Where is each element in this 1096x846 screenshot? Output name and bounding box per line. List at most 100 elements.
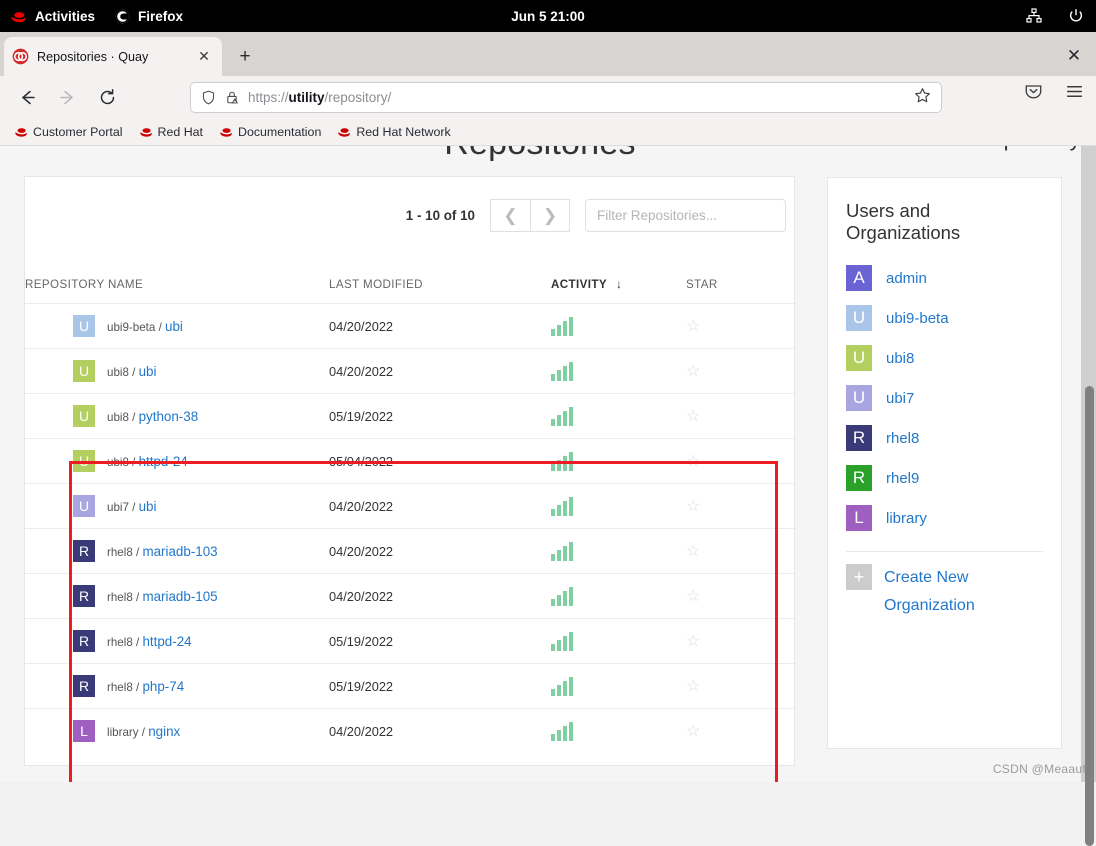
page-scrollbar-thumb[interactable] <box>1085 386 1094 846</box>
sort-descending-icon: ↓ <box>616 277 622 291</box>
next-page-button[interactable]: ❯ <box>530 199 570 232</box>
column-header-activity[interactable]: ACTIVITY↓ <box>551 277 686 304</box>
window-close-button[interactable]: ✕ <box>1062 44 1086 68</box>
browser-tab[interactable]: Repositories · Quay ✕ <box>4 37 222 76</box>
bookmark-customer-portal[interactable]: Customer Portal <box>14 125 123 139</box>
system-clock[interactable]: Jun 5 21:00 <box>0 9 1096 24</box>
repository-name-cell: Llibrary / nginx <box>25 709 329 754</box>
table-row[interactable]: Uubi8 / python-3805/19/2022☆ <box>25 394 796 439</box>
star-toggle-icon[interactable]: ☆ <box>686 721 700 741</box>
bookmark-red-hat[interactable]: Red Hat <box>139 125 203 139</box>
activity-bar-chart <box>551 407 686 426</box>
star-toggle-icon[interactable]: ☆ <box>686 631 700 651</box>
table-row[interactable]: Uubi9-beta / ubi04/20/2022☆ <box>25 304 796 349</box>
column-header-star[interactable]: STAR <box>686 277 796 304</box>
create-new-repository-button[interactable]: + Create New Repository <box>828 146 1081 152</box>
repository-link[interactable]: mariadb-105 <box>142 589 217 604</box>
tab-close-icon[interactable]: ✕ <box>194 47 214 67</box>
last-modified-cell: 04/20/2022 <box>329 484 551 529</box>
star-toggle-icon[interactable]: ☆ <box>686 586 700 606</box>
organization-row[interactable]: Rrhel9 <box>846 458 1043 498</box>
watermark: CSDN @Meaauf <box>993 762 1086 776</box>
star-toggle-icon[interactable]: ☆ <box>686 451 700 471</box>
column-header-last-modified[interactable]: LAST MODIFIED <box>329 277 551 304</box>
repository-link[interactable]: ubi <box>139 364 157 379</box>
repository-link[interactable]: php-74 <box>142 679 184 694</box>
power-icon[interactable] <box>1068 8 1084 24</box>
star-toggle-icon[interactable]: ☆ <box>686 316 700 336</box>
organization-link[interactable]: rhel9 <box>886 470 919 487</box>
star-toggle-icon[interactable]: ☆ <box>686 541 700 561</box>
repository-link[interactable]: python-38 <box>139 409 199 424</box>
activity-bar-chart <box>551 632 686 651</box>
column-header-repository-name[interactable]: REPOSITORY NAME <box>25 277 329 304</box>
repository-path: rhel8 / mariadb-105 <box>107 589 218 604</box>
prev-page-button[interactable]: ❮ <box>490 199 530 232</box>
table-row[interactable]: Uubi8 / httpd-2405/04/2022☆ <box>25 439 796 484</box>
star-toggle-icon[interactable]: ☆ <box>686 496 700 516</box>
star-toggle-icon[interactable]: ☆ <box>686 406 700 426</box>
bookmark-documentation[interactable]: Documentation <box>219 125 321 139</box>
organization-link[interactable]: ubi9-beta <box>886 310 949 327</box>
table-row[interactable]: Rrhel8 / mariadb-10304/20/2022☆ <box>25 529 796 574</box>
activity-bar-chart <box>551 542 686 561</box>
activity-bar-chart <box>551 587 686 606</box>
new-tab-button[interactable]: + <box>232 44 258 70</box>
table-row[interactable]: Rrhel8 / httpd-2405/19/2022☆ <box>25 619 796 664</box>
repository-link[interactable]: ubi <box>139 499 157 514</box>
network-icon[interactable] <box>1026 8 1042 24</box>
last-modified-cell: 05/04/2022 <box>329 439 551 484</box>
url-path: /repository/ <box>325 90 392 105</box>
organization-link[interactable]: ubi8 <box>886 350 914 367</box>
reload-button[interactable] <box>91 81 123 113</box>
star-toggle-icon[interactable]: ☆ <box>686 676 700 696</box>
filter-repositories-input[interactable] <box>585 199 786 232</box>
repository-namespace: rhel8 / <box>107 636 142 649</box>
table-row[interactable]: Uubi8 / ubi04/20/2022☆ <box>25 349 796 394</box>
organization-row[interactable]: Aadmin <box>846 258 1043 298</box>
organization-row[interactable]: Uubi9-beta <box>846 298 1043 338</box>
organization-link[interactable]: admin <box>886 270 927 287</box>
table-row[interactable]: Llibrary / nginx04/20/2022 ☆ <box>25 709 796 754</box>
activity-bar-chart <box>551 362 686 381</box>
table-row[interactable]: Rrhel8 / mariadb-10504/20/2022☆ <box>25 574 796 619</box>
create-new-organization-button[interactable]: + Create New Organization <box>846 564 1043 620</box>
organization-link[interactable]: library <box>886 510 927 527</box>
activity-cell <box>551 439 686 484</box>
repository-name-cell: Rrhel8 / mariadb-103 <box>25 529 329 574</box>
repository-link[interactable]: httpd-24 <box>142 634 191 649</box>
organization-link[interactable]: rhel8 <box>886 430 919 447</box>
avatar: U <box>73 495 95 517</box>
avatar: U <box>846 385 872 411</box>
page-scrollbar-track[interactable] <box>1081 146 1096 782</box>
star-toggle-icon[interactable]: ☆ <box>686 361 700 381</box>
avatar: R <box>73 585 95 607</box>
organization-row[interactable]: Rrhel8 <box>846 418 1043 458</box>
repository-link[interactable]: ubi <box>165 319 183 334</box>
gnome-top-bar: Activities Firefox Jun 5 21:00 <box>0 0 1096 32</box>
activity-cell <box>551 619 686 664</box>
repository-link[interactable]: nginx <box>148 724 180 739</box>
table-row[interactable]: Rrhel8 / php-7405/19/2022☆ <box>25 664 796 709</box>
last-modified-cell: 04/20/2022 <box>329 709 551 754</box>
bookmark-red-hat-network[interactable]: Red Hat Network <box>337 125 450 139</box>
menu-button[interactable] <box>1065 82 1084 106</box>
url-bar[interactable]: https://utility/repository/ <box>190 82 942 113</box>
organization-row[interactable]: Llibrary <box>846 498 1043 538</box>
organization-link[interactable]: ubi7 <box>886 390 914 407</box>
repository-namespace: ubi9-beta / <box>107 321 165 334</box>
repository-link[interactable]: httpd-24 <box>139 454 188 469</box>
organization-row[interactable]: Uubi7 <box>846 378 1043 418</box>
pocket-button[interactable] <box>1024 82 1043 106</box>
repository-link[interactable]: mariadb-103 <box>142 544 217 559</box>
bookmarks-bar: Customer Portal Red Hat Documentation Re… <box>0 118 1096 146</box>
repositories-toolbar: 1 - 10 of 10 ❮ ❯ <box>406 199 786 232</box>
table-row[interactable]: Uubi7 / ubi04/20/2022☆ <box>25 484 796 529</box>
lock-warning-icon[interactable] <box>225 90 239 105</box>
organization-row[interactable]: Uubi8 <box>846 338 1043 378</box>
bookmark-star-icon[interactable] <box>914 87 931 109</box>
shield-icon[interactable] <box>201 90 216 105</box>
forward-button[interactable] <box>51 81 83 113</box>
back-button[interactable] <box>11 81 43 113</box>
sidebar-divider <box>846 551 1043 552</box>
